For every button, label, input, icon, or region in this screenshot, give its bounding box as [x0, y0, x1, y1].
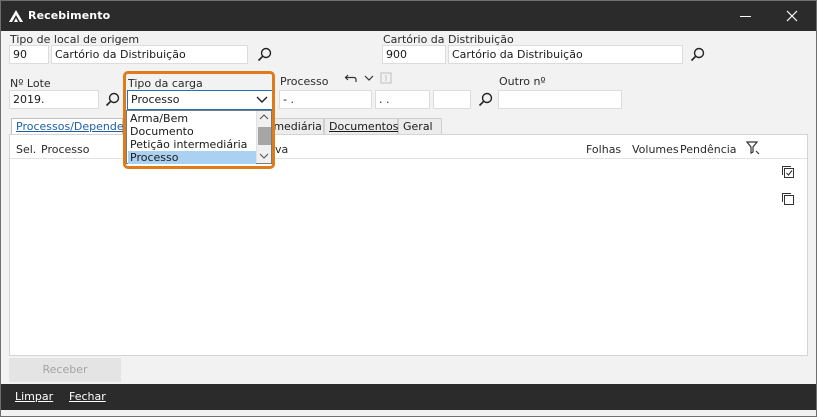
limpar-button[interactable]: Limpar	[15, 390, 53, 403]
tab-peticao-label: rmediária	[269, 120, 322, 133]
column-processo[interactable]: Processo	[41, 143, 89, 156]
tab-processos[interactable]: Processos/Dependen	[11, 118, 131, 135]
info-icon[interactable]	[380, 72, 392, 84]
tab-geral-label: Geral	[403, 120, 433, 133]
close-icon	[786, 10, 798, 22]
distribuicao-code-field[interactable]: 900	[382, 45, 446, 64]
recebimento-window: Recebimento Tipo de local de origem 90 C…	[0, 0, 817, 417]
tab-documentos-label: Documentos	[329, 120, 399, 133]
tab-peticao-intermediaria[interactable]: rmediária	[267, 118, 324, 135]
fechar-label: Fechar	[69, 390, 106, 403]
title-bar: Recebimento	[1, 1, 816, 31]
tab-geral[interactable]: Geral	[398, 118, 442, 135]
column-sel[interactable]: Sel.	[16, 143, 36, 156]
fechar-button[interactable]: Fechar	[69, 390, 106, 403]
processo-year-field[interactable]: . .	[375, 90, 430, 109]
tab-processos-label: Processos/Dependen	[16, 120, 131, 133]
lote-search-icon[interactable]	[104, 91, 122, 109]
outro-field[interactable]	[498, 90, 622, 109]
tab-documentos[interactable]: Documentos	[324, 118, 398, 135]
filter-icon[interactable]	[746, 140, 760, 156]
minimize-button[interactable]	[723, 1, 769, 31]
select-all-icon[interactable]	[781, 165, 795, 179]
processo-number-field[interactable]: - .	[279, 90, 372, 109]
limpar-label: Limpar	[15, 390, 54, 403]
processo-search-icon[interactable]	[477, 91, 495, 109]
undo-arrow-icon[interactable]	[344, 71, 358, 85]
distribuicao-search-icon[interactable]	[689, 46, 707, 64]
outro-label: Outro nº	[499, 75, 546, 88]
column-pendencia[interactable]: Pendência	[680, 143, 737, 156]
receber-label: Receber	[42, 363, 88, 376]
processo-digit-field[interactable]	[433, 90, 471, 109]
origem-code-field[interactable]: 90	[9, 45, 49, 64]
lote-label: Nº Lote	[10, 77, 51, 90]
column-partial[interactable]: va	[275, 143, 288, 156]
deselect-all-icon[interactable]	[781, 192, 795, 206]
app-logo-icon	[9, 10, 23, 22]
column-folhas[interactable]: Folhas	[586, 143, 621, 156]
origem-name-field[interactable]: Cartório da Distribuição	[51, 45, 248, 64]
processo-label: Processo	[280, 75, 329, 88]
orange-highlight-box	[123, 71, 275, 169]
footer-bar: Limpar Fechar	[1, 384, 816, 410]
close-button[interactable]	[769, 1, 815, 31]
column-volumes[interactable]: Volumes	[632, 143, 679, 156]
chevron-down-icon[interactable]	[363, 73, 375, 83]
receber-button[interactable]: Receber	[9, 358, 121, 382]
lote-field[interactable]: 2019.	[9, 90, 99, 109]
window-title: Recebimento	[28, 9, 111, 22]
distribuicao-name-field[interactable]: Cartório da Distribuição	[448, 45, 683, 64]
origem-search-icon[interactable]	[256, 46, 274, 64]
